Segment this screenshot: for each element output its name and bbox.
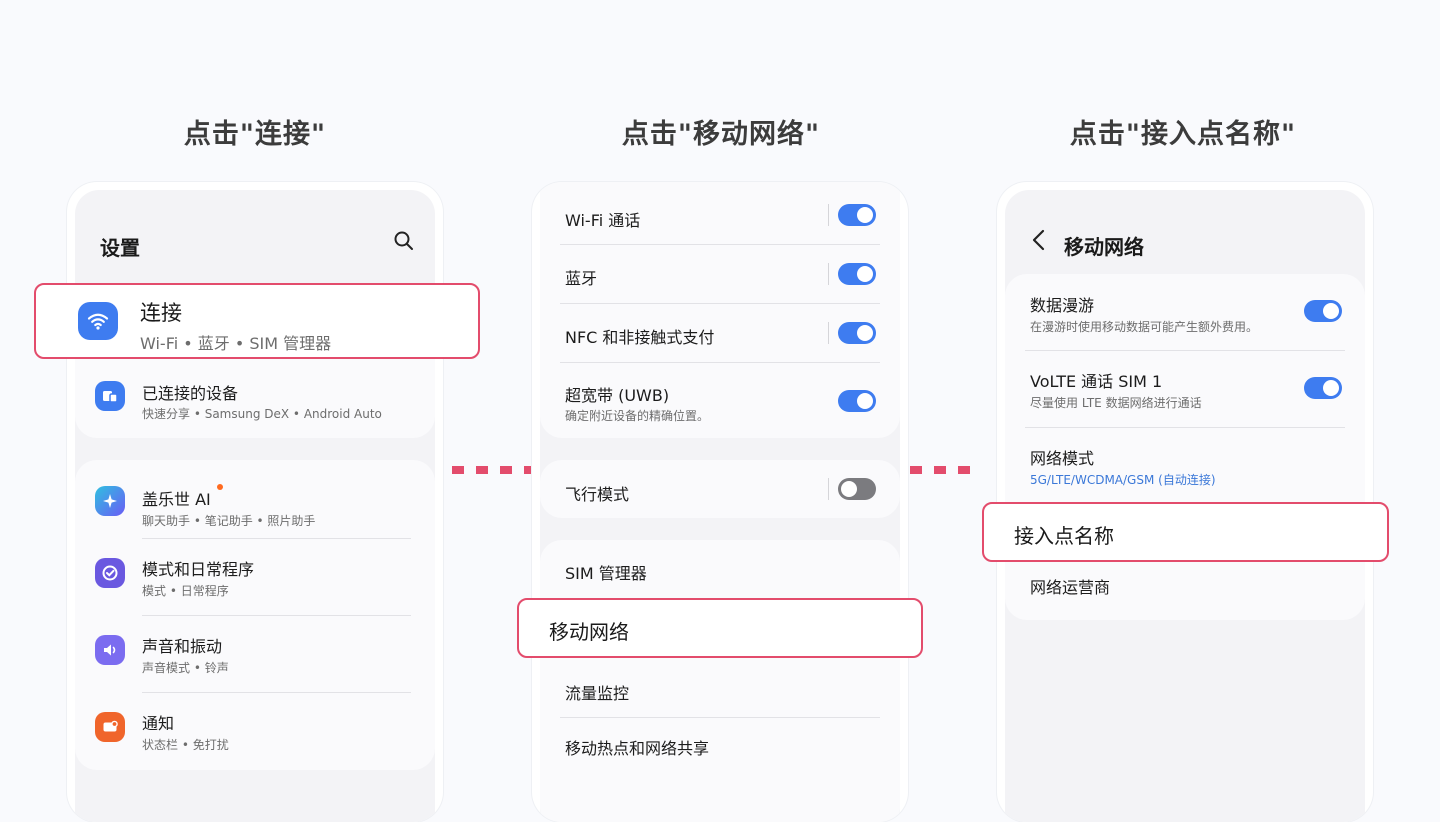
row-subtitle: 5G/LTE/WCDMA/GSM (自动连接) xyxy=(1030,473,1216,487)
nfc-toggle[interactable] xyxy=(838,322,876,344)
hotspot-row[interactable]: 移动热点和网络共享 xyxy=(540,718,900,778)
airplane-mode-toggle[interactable] xyxy=(838,478,876,500)
connections-screen: Wi-Fi 通话 蓝牙 NFC 和非接触式支付 超宽带 (UWB) 确定附近设备… xyxy=(540,182,900,822)
wifi-calling-row[interactable]: Wi-Fi 通话 xyxy=(540,182,900,244)
settings-item-subtitle: 快速分享 • Samsung DeX • Android Auto xyxy=(142,407,382,421)
network-operators-row[interactable]: 网络运营商 xyxy=(1005,560,1365,614)
new-badge xyxy=(217,484,223,490)
settings-item-galaxy-ai[interactable]: 盖乐世 AI 聊天助手 • 笔记助手 • 照片助手 xyxy=(75,470,435,540)
divider xyxy=(142,615,411,616)
row-title: 蓝牙 xyxy=(565,269,598,288)
row-title: 飞行模式 xyxy=(565,485,630,504)
phone-connections: Wi-Fi 通话 蓝牙 NFC 和非接触式支付 超宽带 (UWB) 确定附近设备… xyxy=(532,182,908,822)
row-title: NFC 和非接触式支付 xyxy=(565,328,715,347)
settings-item-modes[interactable]: 模式和日常程序 模式 • 日常程序 xyxy=(75,540,435,616)
divider xyxy=(142,538,411,539)
galaxy-ai-icon xyxy=(95,486,125,516)
toggle-separator xyxy=(828,478,829,500)
connections-title: 连接 xyxy=(140,301,182,325)
bluetooth-toggle[interactable] xyxy=(838,263,876,285)
row-title: 移动热点和网络共享 xyxy=(565,739,710,758)
nfc-row[interactable]: NFC 和非接触式支付 xyxy=(540,304,900,362)
mobile-networks-label: 移动网络 xyxy=(549,620,629,644)
volte-row[interactable]: VoLTE 通话 SIM 1 尽量使用 LTE 数据网络进行通话 xyxy=(1005,351,1365,427)
connections-card-toggles: Wi-Fi 通话 蓝牙 NFC 和非接触式支付 超宽带 (UWB) 确定附近设备… xyxy=(540,182,900,438)
settings-item-subtitle: 声音模式 • 铃声 xyxy=(142,661,229,675)
row-title: 数据漫游 xyxy=(1030,296,1095,315)
divider xyxy=(142,692,411,693)
step-2-title: 点击"移动网络" xyxy=(621,119,821,150)
volte-toggle[interactable] xyxy=(1304,377,1342,399)
settings-card-features: 盖乐世 AI 聊天助手 • 笔记助手 • 照片助手 模式和日常程序 模式 • 日… xyxy=(75,460,435,770)
row-title: VoLTE 通话 SIM 1 xyxy=(1030,372,1163,391)
data-usage-row[interactable]: 流量监控 xyxy=(540,664,900,718)
data-roaming-toggle[interactable] xyxy=(1304,300,1342,322)
wifi-icon xyxy=(78,302,118,340)
highlight-connections[interactable]: 连接 Wi-Fi • 蓝牙 • SIM 管理器 xyxy=(34,283,480,359)
row-subtitle: 确定附近设备的精确位置。 xyxy=(565,409,710,423)
toggle-separator xyxy=(828,322,829,344)
row-subtitle: 在漫游时使用移动数据可能产生额外费用。 xyxy=(1030,320,1259,334)
row-subtitle: 尽量使用 LTE 数据网络进行通话 xyxy=(1030,396,1202,410)
row-title: Wi-Fi 通话 xyxy=(565,211,641,230)
back-arrow-icon[interactable] xyxy=(1029,228,1049,252)
network-mode-row[interactable]: 网络模式 5G/LTE/WCDMA/GSM (自动连接) xyxy=(1005,428,1365,498)
sim-manager-row[interactable]: SIM 管理器 xyxy=(540,540,900,600)
toggle-separator xyxy=(828,263,829,285)
settings-item-connected-devices[interactable]: 已连接的设备 快速分享 • Samsung DeX • Android Auto xyxy=(75,372,435,432)
settings-item-title: 已连接的设备 xyxy=(142,384,239,403)
uwb-row[interactable]: 超宽带 (UWB) 确定附近设备的精确位置。 xyxy=(540,363,900,435)
settings-item-title: 模式和日常程序 xyxy=(142,560,255,579)
toggle-separator xyxy=(828,204,829,226)
airplane-mode-row[interactable]: 飞行模式 xyxy=(540,460,900,518)
settings-item-subtitle: 聊天助手 • 笔记助手 • 照片助手 xyxy=(142,514,316,528)
row-title: SIM 管理器 xyxy=(565,564,647,583)
modes-icon xyxy=(95,558,125,588)
row-title: 网络模式 xyxy=(1030,449,1095,468)
connections-subtitle: Wi-Fi • 蓝牙 • SIM 管理器 xyxy=(140,334,332,353)
settings-header-title: 设置 xyxy=(100,236,140,260)
settings-item-title: 盖乐世 AI xyxy=(142,490,211,509)
connections-card-airplane: 飞行模式 xyxy=(540,460,900,518)
access-point-names-label: 接入点名称 xyxy=(1014,524,1114,548)
data-roaming-row[interactable]: 数据漫游 在漫游时使用移动数据可能产生额外费用。 xyxy=(1005,274,1365,350)
connected-devices-icon xyxy=(95,381,125,411)
search-icon[interactable] xyxy=(393,230,415,252)
highlight-mobile-networks[interactable]: 移动网络 xyxy=(517,598,923,658)
row-title: 网络运营商 xyxy=(1030,578,1111,597)
uwb-toggle[interactable] xyxy=(838,390,876,412)
settings-item-sound[interactable]: 声音和振动 声音模式 • 铃声 xyxy=(75,617,435,693)
phone-settings: 设置 已连接的设备 快速分享 • Samsung DeX • Android A… xyxy=(67,182,443,822)
connector-dots-right xyxy=(910,466,970,474)
settings-item-subtitle: 模式 • 日常程序 xyxy=(142,584,229,598)
settings-item-subtitle: 状态栏 • 免打扰 xyxy=(142,738,229,752)
row-title: 流量监控 xyxy=(565,684,630,703)
settings-item-title: 声音和振动 xyxy=(142,637,223,656)
mobile-networks-card: 数据漫游 在漫游时使用移动数据可能产生额外费用。 VoLTE 通话 SIM 1 … xyxy=(1005,274,1365,620)
wifi-calling-toggle[interactable] xyxy=(838,204,876,226)
settings-item-title: 通知 xyxy=(142,714,175,733)
bluetooth-row[interactable]: 蓝牙 xyxy=(540,245,900,303)
settings-item-notifications[interactable]: 通知 状态栏 • 免打扰 xyxy=(75,694,435,770)
mobile-networks-header-title: 移动网络 xyxy=(1064,235,1144,259)
connections-card-network: SIM 管理器 流量监控 移动热点和网络共享 xyxy=(540,540,900,822)
sound-icon xyxy=(95,635,125,665)
notification-icon xyxy=(95,712,125,742)
step-1-title: 点击"连接" xyxy=(183,119,327,150)
step-3-title: 点击"接入点名称" xyxy=(1069,119,1297,150)
row-title: 超宽带 (UWB) xyxy=(565,386,670,405)
highlight-access-point-names[interactable]: 接入点名称 xyxy=(982,502,1389,562)
connector-dots-left xyxy=(452,466,536,474)
